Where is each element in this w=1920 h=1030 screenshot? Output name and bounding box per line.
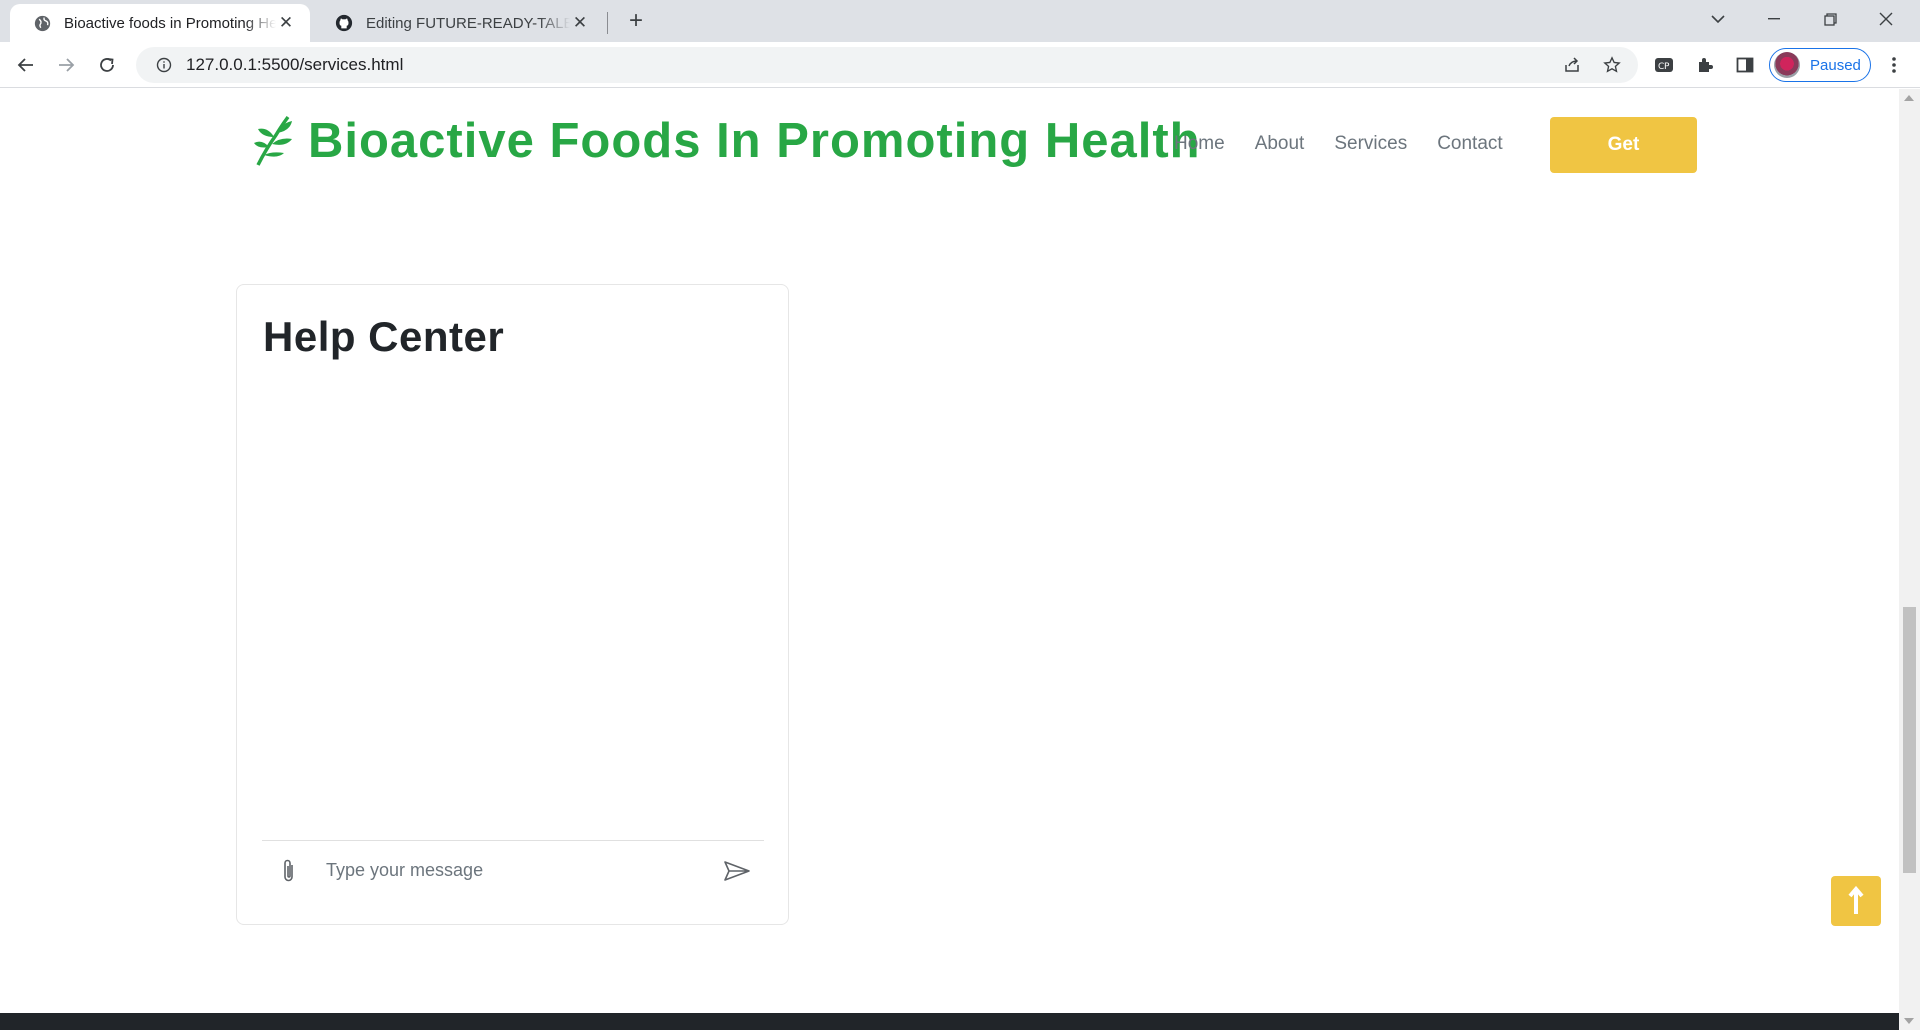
nav-link-home[interactable]: Home [1174, 133, 1225, 155]
message-input[interactable] [326, 860, 720, 881]
help-center-card: Help Center [236, 284, 789, 925]
side-panel-icon[interactable] [1729, 49, 1761, 81]
browser-tabstrip: Bioactive foods in Promoting Health ✕ Ed… [0, 0, 1920, 42]
restore-icon[interactable] [1802, 0, 1858, 38]
message-composer [262, 840, 764, 900]
tab-close-icon[interactable]: ✕ [570, 13, 590, 33]
arrow-up-icon [1848, 886, 1864, 914]
minimize-icon[interactable] [1746, 0, 1802, 38]
tab-github[interactable]: Editing FUTURE-READY-TALENT-INTERNSHIP ✕ [312, 4, 604, 42]
send-icon[interactable] [720, 856, 754, 886]
footer [0, 1013, 1899, 1030]
paperclip-icon[interactable] [274, 856, 304, 886]
url-text: 127.0.0.1:5500/services.html [186, 55, 404, 74]
page-scrollbar[interactable] [1899, 89, 1920, 1030]
svg-text:P: P [1664, 62, 1670, 72]
kebab-menu-icon[interactable] [1878, 49, 1910, 81]
nav-link-contact[interactable]: Contact [1437, 133, 1502, 155]
get-button[interactable]: Get [1550, 117, 1697, 173]
browser-toolbar: 127.0.0.1:5500/services.html CP Paused [0, 42, 1920, 88]
site-brand[interactable]: Bioactive Foods In Promoting Health [252, 113, 1201, 169]
scroll-up-icon[interactable] [1904, 95, 1914, 101]
profile-status: Paused [1810, 56, 1861, 74]
site-info-icon[interactable] [146, 57, 182, 73]
extension-icon[interactable]: CP [1648, 49, 1680, 81]
extensions-puzzle-icon[interactable] [1689, 49, 1721, 81]
main-nav: Home About Services Contact [1174, 133, 1533, 155]
new-tab-button[interactable]: + [624, 9, 648, 34]
leaf-logo-icon [254, 115, 292, 166]
github-icon [334, 13, 354, 33]
help-center-title: Help Center [263, 313, 505, 360]
address-bar[interactable]: 127.0.0.1:5500/services.html [136, 47, 1638, 83]
avatar [1774, 52, 1800, 78]
tab-title: Bioactive foods in Promoting Health [64, 14, 276, 32]
share-icon[interactable] [1556, 49, 1588, 81]
tab-separator [607, 12, 608, 34]
bookmark-star-icon[interactable] [1596, 49, 1628, 81]
close-window-icon[interactable] [1858, 0, 1914, 38]
reload-icon[interactable] [91, 49, 123, 81]
tab-title: Editing FUTURE-READY-TALENT-INTERNSHIP [366, 14, 570, 32]
scroll-down-icon[interactable] [1904, 1018, 1914, 1024]
profile-button[interactable]: Paused [1769, 48, 1871, 82]
scrollbar-thumb[interactable] [1903, 607, 1916, 873]
nav-link-about[interactable]: About [1255, 133, 1305, 155]
globe-icon [32, 13, 52, 33]
tab-close-icon[interactable]: ✕ [276, 13, 296, 33]
tab-search-icon[interactable] [1690, 0, 1746, 38]
back-to-top-button[interactable] [1831, 876, 1881, 926]
forward-arrow-icon[interactable] [50, 49, 82, 81]
tab-bioactive[interactable]: Bioactive foods in Promoting Health ✕ [10, 4, 310, 42]
brand-name: Bioactive Foods In Promoting Health [308, 114, 1201, 168]
page-viewport: Bioactive Foods In Promoting Health Home… [0, 89, 1899, 1030]
nav-link-services[interactable]: Services [1334, 133, 1407, 155]
back-arrow-icon[interactable] [10, 49, 42, 81]
